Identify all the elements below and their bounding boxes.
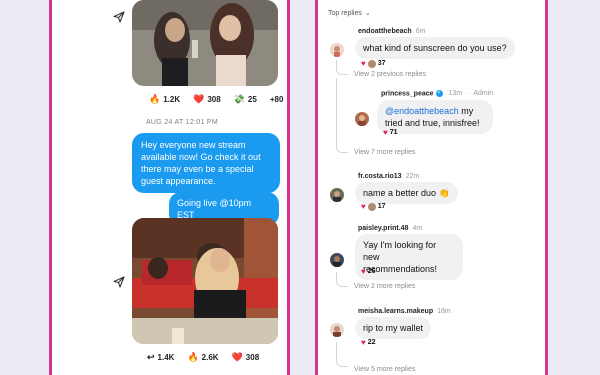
reactor-avatar bbox=[367, 202, 376, 211]
post-photo-stream[interactable] bbox=[132, 218, 278, 344]
comment-username[interactable]: fr.costa.rio13 22m bbox=[358, 173, 419, 180]
thread-connector bbox=[336, 272, 348, 287]
view-more-replies[interactable]: View 7 more replies bbox=[354, 149, 415, 156]
comment-likes[interactable]: ♥ 17 bbox=[361, 202, 386, 211]
sort-dropdown[interactable]: Top replies ⌄ bbox=[328, 9, 371, 18]
chevron-down-icon: ⌄ bbox=[364, 10, 371, 17]
left-phone-screen: 🔥 1.2K ❤️ 308 💸 25 +80 AUG 24 AT 12:01 PM H… bbox=[49, 0, 290, 375]
heart-icon: ❤️ bbox=[231, 352, 243, 362]
comment-likes[interactable]: ♥ 37 bbox=[361, 59, 386, 68]
message-bubble-1[interactable]: Hey everyone new stream available now! G… bbox=[132, 133, 280, 193]
verified-badge-icon: ✓ bbox=[435, 90, 443, 97]
heart-icon: ❤️ bbox=[193, 94, 205, 104]
post2-reactions: ↩ 1.4K 🔥 2.6K ❤️ 308 bbox=[147, 352, 259, 363]
reaction-fire-2[interactable]: 🔥 2.6K bbox=[187, 352, 218, 363]
money-icon: 💸 bbox=[233, 94, 245, 104]
view-more-replies-partial[interactable]: View 5 more replies bbox=[354, 366, 415, 373]
comment-username[interactable]: endoatthebeach 6m bbox=[358, 28, 425, 35]
heart-icon: ♥ bbox=[361, 267, 366, 276]
avatar[interactable] bbox=[330, 43, 344, 57]
comment-likes[interactable]: ♥ 26 bbox=[361, 267, 376, 276]
view-more-replies[interactable]: View 2 more replies bbox=[354, 283, 415, 290]
heart-icon: ♥ bbox=[361, 202, 366, 211]
heart-icon: ♥ bbox=[361, 338, 366, 347]
comment-bubble[interactable]: rip to my wallet bbox=[355, 317, 432, 339]
post-photo-friends[interactable] bbox=[132, 0, 278, 86]
clapping-hands-icon: 👏 bbox=[438, 188, 450, 198]
reply-likes[interactable]: ♥ 71 bbox=[383, 128, 398, 137]
comment-bubble[interactable]: what kind of sunscreen do you use? bbox=[355, 37, 515, 59]
comment-username[interactable]: meisha.learns.makeup 18m bbox=[358, 308, 451, 315]
share-icon-2[interactable] bbox=[110, 273, 128, 291]
right-phone-screen: Top replies ⌄ endoatthebeach 6m what kind… bbox=[315, 0, 548, 375]
avatar[interactable] bbox=[330, 188, 344, 202]
reaction-more[interactable]: +80 bbox=[270, 95, 284, 104]
fire-icon: 🔥 bbox=[187, 352, 199, 362]
thread-connector bbox=[336, 140, 348, 153]
reactor-avatar bbox=[367, 59, 376, 68]
reply-icon: ↩ bbox=[147, 352, 155, 362]
comment-likes[interactable]: ♥ 22 bbox=[361, 338, 376, 347]
heart-icon: ♥ bbox=[383, 128, 388, 137]
comment-bubble[interactable]: name a better duo 👏 bbox=[355, 182, 458, 204]
share-icon[interactable] bbox=[110, 8, 128, 26]
post1-reactions: 🔥 1.2K ❤️ 308 💸 25 +80 bbox=[149, 94, 283, 105]
thread-connector bbox=[336, 342, 348, 367]
message-timestamp: AUG 24 AT 12:01 PM bbox=[145, 119, 219, 126]
reaction-heart-2[interactable]: ❤️ 308 bbox=[232, 352, 260, 363]
reaction-heart[interactable]: ❤️ 308 bbox=[193, 94, 221, 105]
comment-username[interactable]: paisley.print.48 4m bbox=[358, 225, 422, 232]
reaction-reply[interactable]: ↩ 1.4K bbox=[147, 352, 174, 363]
fire-icon: 🔥 bbox=[149, 94, 161, 104]
avatar[interactable] bbox=[330, 253, 344, 267]
reply-username[interactable]: princess_peace ✓ 13m · Admin bbox=[381, 90, 493, 97]
avatar[interactable] bbox=[330, 323, 344, 337]
reaction-money[interactable]: 💸 25 bbox=[234, 94, 257, 105]
avatar[interactable] bbox=[355, 112, 369, 126]
reaction-fire[interactable]: 🔥 1.2K bbox=[149, 94, 180, 105]
heart-icon: ♥ bbox=[361, 59, 366, 68]
thread-connector bbox=[336, 60, 348, 75]
view-previous-replies[interactable]: View 2 previous replies bbox=[354, 71, 426, 78]
